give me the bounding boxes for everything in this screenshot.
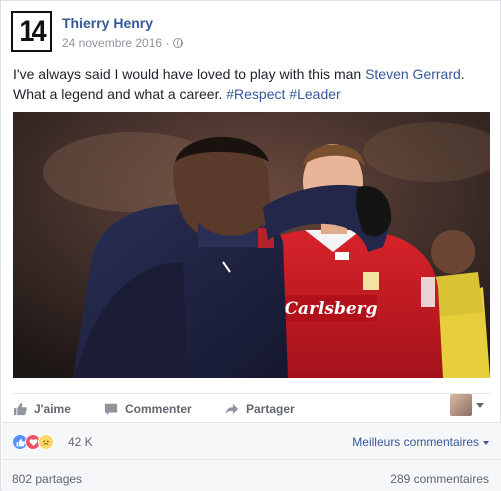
- share-count[interactable]: 802 partages: [12, 472, 82, 486]
- comment-sort-dropdown[interactable]: Meilleurs commentaires: [352, 435, 489, 449]
- post-text: I've always said I would have loved to p…: [13, 64, 493, 104]
- post-text-part: I've always said I would have loved to p…: [13, 66, 366, 82]
- comment-count[interactable]: 289 commentaires: [390, 472, 489, 486]
- like-label: J'aime: [34, 402, 71, 416]
- comment-icon: [104, 403, 118, 416]
- share-label: Partager: [246, 402, 295, 416]
- post-card: 14 Thierry Henry 24 novembre 2016 · I've…: [0, 0, 501, 491]
- share-as-avatar[interactable]: [450, 394, 472, 416]
- reactions-bar: 42 K Meilleurs commentaires: [2, 422, 501, 459]
- avatar[interactable]: 14: [11, 11, 52, 52]
- reaction-count[interactable]: 42 K: [68, 435, 93, 449]
- share-button[interactable]: Partager: [225, 400, 295, 418]
- globe-icon[interactable]: [173, 38, 184, 48]
- action-bar: J'aime Commenter Partager: [13, 393, 490, 419]
- stats-bar: 802 partages 289 commentaires: [2, 459, 501, 491]
- comment-label: Commenter: [125, 402, 192, 416]
- post-photo[interactable]: Carlsberg: [13, 112, 490, 378]
- hashtag-link[interactable]: #Leader: [289, 86, 340, 102]
- reaction-icons[interactable]: [12, 434, 54, 450]
- post-header: 14 Thierry Henry 24 novembre 2016 ·: [11, 11, 491, 53]
- jersey-sponsor-text: Carlsberg: [284, 299, 377, 319]
- avatar-logo: 14: [19, 14, 46, 48]
- comment-button[interactable]: Commenter: [104, 400, 192, 418]
- like-icon: [13, 402, 27, 416]
- post-meta: 24 novembre 2016 ·: [62, 36, 184, 50]
- hashtag-link[interactable]: #Respect: [226, 86, 285, 102]
- photo-illustration: Carlsberg: [13, 112, 490, 378]
- author-name[interactable]: Thierry Henry: [62, 15, 153, 31]
- chevron-down-icon[interactable]: [476, 403, 484, 408]
- sad-reaction-icon: [38, 434, 54, 450]
- post-date[interactable]: 24 novembre 2016 ·: [62, 36, 169, 50]
- share-icon: [225, 403, 239, 415]
- like-button[interactable]: J'aime: [13, 400, 71, 418]
- mention-link[interactable]: Steven Gerrard: [365, 66, 461, 82]
